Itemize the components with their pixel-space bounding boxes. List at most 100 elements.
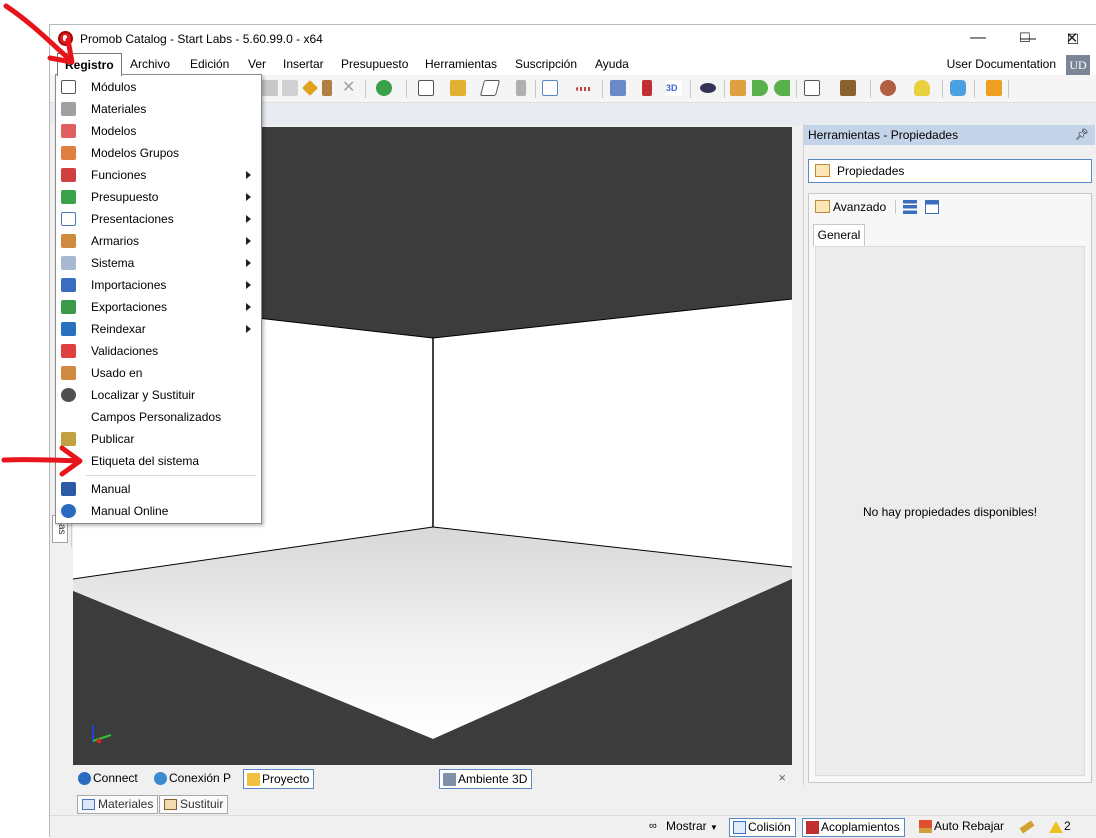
title-bar: Promob Catalog - Start Labs - 5.60.99.0 …: [50, 25, 1096, 53]
arrow-right-icon[interactable]: [774, 80, 790, 96]
menu-insertar[interactable]: Insertar: [276, 53, 331, 75]
tab-proyecto[interactable]: Proyecto: [243, 769, 315, 789]
toolbar-separator: [690, 80, 691, 98]
menu-suscripcion[interactable]: Suscripción: [508, 53, 584, 75]
tab-conexion[interactable]: Conexión P: [151, 769, 235, 789]
menu-item-label: Publicar: [91, 432, 135, 446]
delete-icon[interactable]: ✕: [342, 80, 358, 96]
minimize-window-button[interactable]: —: [955, 24, 1001, 52]
eye-icon[interactable]: [700, 83, 716, 93]
menu-item-usado-en[interactable]: Usado en: [56, 362, 261, 384]
toolbar-separator: [1008, 80, 1009, 98]
tab-connect[interactable]: Connect: [75, 769, 142, 789]
menu-item-reindexar[interactable]: Reindexar: [56, 318, 261, 340]
cube-outline-icon[interactable]: [804, 80, 820, 96]
menu-ayuda[interactable]: Ayuda: [588, 53, 636, 75]
paste-icon[interactable]: [282, 80, 298, 96]
panel-icon[interactable]: [516, 80, 526, 96]
menu-item-modelos-grupos[interactable]: Modelos Grupos: [56, 142, 261, 164]
hammer-icon[interactable]: [302, 80, 318, 96]
menu-item-label: Etiqueta del sistema: [91, 454, 200, 468]
warnings-indicator[interactable]: 2: [1046, 818, 1075, 837]
cabinet-icon[interactable]: [840, 80, 856, 96]
tab-sustituir[interactable]: Sustituir: [159, 795, 229, 814]
height-icon[interactable]: [642, 80, 652, 96]
tab-ambiente-3d[interactable]: Ambiente 3D: [439, 769, 533, 789]
measure-icon[interactable]: [576, 87, 592, 91]
viewport-tab-bar: Connect Conexión P Proyecto Ambiente 3D …: [73, 767, 794, 791]
menu-ver[interactable]: Ver: [241, 53, 273, 75]
colision-label: Colisión: [748, 820, 791, 834]
wardrobes-icon: [61, 234, 76, 248]
material-icon[interactable]: [880, 80, 896, 96]
paint-roller-icon[interactable]: [322, 80, 332, 96]
list-view-icon[interactable]: [903, 200, 917, 214]
menu-item-manual-online[interactable]: Manual Online: [56, 500, 261, 522]
user-avatar[interactable]: UD: [1066, 55, 1090, 75]
menu-item-label: Manual: [91, 482, 131, 496]
arrow-left-icon[interactable]: [752, 80, 768, 96]
user-documentation-link[interactable]: User Documentation: [947, 57, 1056, 71]
tab-materiales[interactable]: Materiales: [77, 795, 159, 814]
glasses-icon: ∞: [649, 820, 657, 832]
substitute-icon: [164, 799, 177, 810]
properties-button[interactable]: Propiedades: [808, 159, 1092, 183]
menu-item-localizar-y-sustituir[interactable]: Localizar y Sustituir: [56, 384, 261, 406]
materials-icon: [61, 102, 76, 116]
menu-item-label: Modelos Grupos: [91, 146, 180, 160]
auto-rebajar-toggle[interactable]: Auto Rebajar: [916, 818, 1008, 837]
tab-materiales-label: Materiales: [98, 797, 154, 811]
box-arrow-icon[interactable]: [730, 80, 746, 96]
window-title: Promob Catalog - Start Labs - 5.60.99.0 …: [80, 32, 323, 46]
menu-item-validaciones[interactable]: Validaciones: [56, 340, 261, 362]
mostrar-dropdown[interactable]: ∞ Mostrar ▼: [646, 818, 722, 837]
bricks-icon[interactable]: [450, 80, 466, 96]
table-view-icon[interactable]: [925, 200, 939, 214]
menu-archivo[interactable]: Archivo: [123, 53, 177, 75]
toolbar-separator: [406, 80, 407, 98]
imports-icon: [61, 278, 76, 292]
layout-icon[interactable]: [418, 80, 434, 96]
menu-item-importaciones[interactable]: Importaciones: [56, 274, 261, 296]
menu-item-exportaciones[interactable]: Exportaciones: [56, 296, 261, 318]
menu-item-presupuesto[interactable]: Presupuesto: [56, 186, 261, 208]
annotation-arrow-registro: [3, 3, 75, 65]
functions-icon: [61, 168, 76, 182]
submenu-arrow-icon: [246, 325, 251, 333]
menu-separator: [86, 475, 256, 476]
menu-item-campos-personalizados[interactable]: Campos Personalizados: [56, 406, 261, 428]
menu-item-armarios[interactable]: Armarios: [56, 230, 261, 252]
menu-item-materiales[interactable]: Materiales: [56, 98, 261, 120]
menu-herramientas[interactable]: Herramientas: [418, 53, 504, 75]
menu-edicion[interactable]: Edición: [183, 53, 236, 75]
menu-item-manual[interactable]: Manual: [56, 478, 261, 500]
user-profile-icon[interactable]: [986, 80, 1002, 96]
menu-item-label: Localizar y Sustituir: [91, 388, 196, 402]
menu-item-label: Presentaciones: [91, 212, 174, 226]
layers-icon[interactable]: [610, 80, 626, 96]
chat-icon[interactable]: [950, 80, 966, 96]
properties-icon: [815, 164, 830, 177]
copy-icon[interactable]: [262, 80, 278, 96]
budget-dollar-icon[interactable]: [376, 80, 392, 96]
pin-icon[interactable]: 📌︎: [1075, 125, 1089, 145]
menu-item-funciones[interactable]: Funciones: [56, 164, 261, 186]
acoplamientos-toggle[interactable]: Acoplamientos: [802, 818, 905, 837]
select-cursor-icon[interactable]: [542, 80, 558, 96]
properties-panel: Herramientas - Propiedades 📌︎ Propiedade…: [803, 125, 1095, 785]
menu-presupuesto[interactable]: Presupuesto: [334, 53, 415, 75]
lightbulb-icon[interactable]: [914, 80, 930, 96]
advanced-label[interactable]: Avanzado: [833, 200, 886, 214]
menu-item-presentaciones[interactable]: Presentaciones: [56, 208, 261, 230]
menu-item-label: Usado en: [91, 366, 143, 380]
shape-icon[interactable]: [479, 80, 501, 96]
colision-toggle[interactable]: Colisión: [729, 818, 796, 837]
close-tab-button[interactable]: ×: [778, 770, 786, 785]
tab-general[interactable]: General: [813, 224, 865, 246]
close-window-button[interactable]: ✕: [1049, 24, 1095, 52]
view-3d-icon[interactable]: 3D: [666, 80, 682, 96]
maximize-window-button[interactable]: ☐: [1002, 24, 1048, 52]
menu-item-modelos[interactable]: Modelos: [56, 120, 261, 142]
tools-icon[interactable]: [1016, 818, 1038, 837]
menu-item-sistema[interactable]: Sistema: [56, 252, 261, 274]
